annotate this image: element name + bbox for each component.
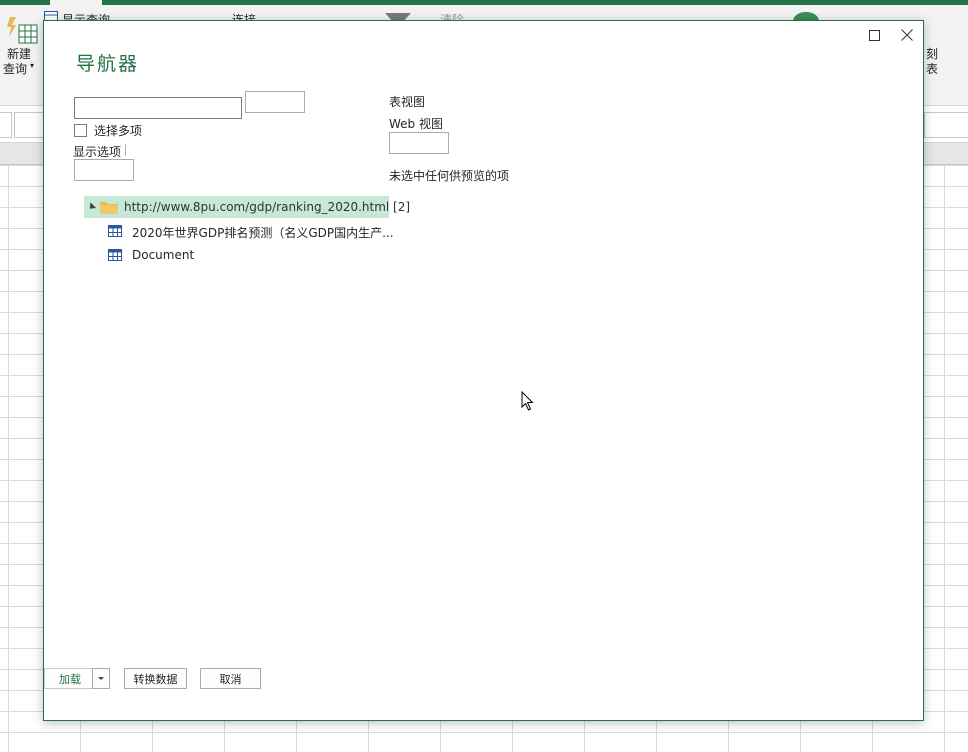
search-input[interactable] (74, 97, 242, 119)
close-icon[interactable] (899, 27, 915, 43)
right-fragment-2: 表 (926, 62, 939, 76)
table-icon (108, 249, 122, 264)
select-multiple-checkbox[interactable] (74, 124, 87, 137)
maximize-icon[interactable] (866, 27, 882, 43)
chevron-down-icon (98, 677, 104, 680)
formula-input-right[interactable] (924, 112, 968, 138)
new-query-dropdown-icon[interactable]: ▾ (30, 61, 34, 70)
preview-refresh-box[interactable] (389, 132, 449, 154)
display-options-dropdown[interactable] (74, 159, 134, 181)
display-options-label[interactable]: 显示选项 (73, 143, 121, 160)
navigator-dialog: 导航器 选择多项 显示选项 http://www.8pu.com/gdp/ran… (43, 20, 924, 721)
name-box[interactable] (0, 112, 12, 138)
tree-item-label: Document (132, 248, 195, 262)
table-icon (108, 225, 122, 240)
refresh-button[interactable] (245, 91, 305, 113)
transform-data-button[interactable]: 转换数据 (124, 668, 187, 689)
expand-arrow-icon[interactable] (86, 202, 97, 212)
cancel-button[interactable]: 取消 (200, 668, 261, 689)
table-view-tab[interactable]: 表视图 (389, 93, 425, 110)
preview-empty-message: 未选中任何供预览的项 (389, 169, 510, 183)
tree-item-label: 2020年世界GDP排名预测（名义GDP国内生产... (132, 226, 394, 240)
new-query-label-2[interactable]: 查询 (3, 60, 27, 77)
dialog-title: 导航器 (76, 53, 140, 75)
folder-icon (100, 200, 118, 217)
tree-root-item[interactable]: http://www.8pu.com/gdp/ranking_2020.html… (84, 196, 410, 218)
load-dropdown-button[interactable] (92, 668, 110, 689)
web-view-tab[interactable]: Web 视图 (389, 115, 443, 132)
display-options-separator (125, 144, 126, 156)
tree-root-label: http://www.8pu.com/gdp/ranking_2020.html… (124, 200, 411, 214)
tree-item-gdp-table[interactable]: 2020年世界GDP排名预测（名义GDP国内生产... (108, 222, 428, 242)
load-button[interactable]: 加载 (44, 668, 94, 689)
mouse-cursor-icon (521, 390, 535, 414)
select-multiple-label[interactable]: 选择多项 (94, 122, 142, 139)
new-query-icon[interactable] (6, 15, 38, 48)
tree-item-document[interactable]: Document (108, 246, 308, 266)
